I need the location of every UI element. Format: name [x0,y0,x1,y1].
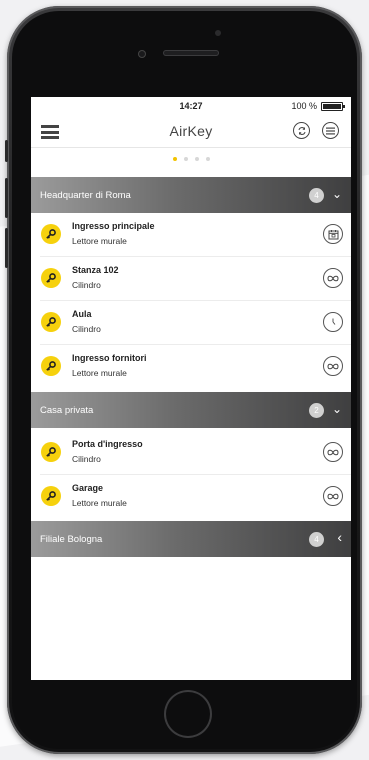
list-item[interactable]: Garage Lettore murale [31,475,351,519]
phone-proximity-sensor [215,30,221,36]
key-icon [41,486,61,506]
section-name: Headquarter di Roma [40,190,131,201]
lock-title: Ingresso principale [72,221,155,231]
lock-title: Stanza 102 [72,265,119,275]
lock-title: Porta d'ingresso [72,439,143,449]
phone-speaker [163,50,219,56]
key-icon [41,312,61,332]
phone-volume-down [5,228,8,268]
nav-divider [31,147,351,148]
infinity-icon [323,442,343,462]
lock-type: Lettore murale [72,368,127,378]
section-header-filiale-bologna[interactable]: Filiale Bologna 4 ‹ [31,521,351,557]
nav-bar: AirKey [31,115,351,147]
list-item[interactable]: Aula Cilindro [31,301,351,345]
key-icon [41,356,61,376]
sync-icon [298,126,305,135]
section-count-badge: 2 [309,403,324,418]
status-bar: 14:27 100 % [31,97,351,115]
list-item[interactable]: Ingresso fornitori Lettore murale [31,345,351,389]
lock-type: Lettore murale [72,498,127,508]
phone-home-button[interactable] [164,690,212,738]
list-item[interactable]: Stanza 102 Cilindro [31,257,351,301]
key-icon [41,268,61,288]
lock-title: Aula [72,309,92,319]
battery-icon [321,101,345,111]
clock-icon [323,312,343,332]
page-dot[interactable] [205,157,210,161]
phone-front-camera [138,50,146,58]
lock-type: Cilindro [72,280,101,290]
section-header-casa-privata[interactable]: Casa privata 2 ⌄ [31,392,351,428]
lock-title: Garage [72,483,104,493]
section-header-headquarter-roma[interactable]: Headquarter di Roma 4 ⌄ [31,177,351,213]
list-button[interactable] [322,122,339,139]
sync-button[interactable] [293,122,310,139]
section-count-badge: 4 [309,532,324,547]
section-name: Casa privata [40,405,94,416]
infinity-icon [323,486,343,506]
list-item[interactable]: Porta d'ingresso Cilindro [31,431,351,475]
app-screen: 14:27 100 % AirKey Headquarter di Roma 4… [31,97,351,680]
page-dot[interactable] [172,157,177,161]
section-count-badge: 4 [309,188,324,203]
lock-type: Cilindro [72,324,101,334]
battery-level: 100 % [291,101,317,111]
key-icon [41,442,61,462]
list-item[interactable]: Ingresso principale Lettore murale [31,213,351,257]
section-name: Filiale Bologna [40,534,103,545]
page-dot[interactable] [194,157,199,161]
calendar-icon [323,224,343,244]
page-dot[interactable] [183,157,188,161]
chevron-down-icon: ⌄ [331,402,342,416]
phone-side-button [5,140,8,162]
page-indicator [31,157,351,161]
chevron-left-icon: ‹ [337,529,342,545]
infinity-icon [323,268,343,288]
lock-type: Lettore murale [72,236,127,246]
phone-volume-up [5,178,8,218]
lock-title: Ingresso fornitori [72,353,147,363]
lock-type: Cilindro [72,454,101,464]
status-battery: 100 % [291,101,345,111]
infinity-icon [323,356,343,376]
chevron-down-icon: ⌄ [331,187,342,201]
key-icon [41,224,61,244]
list-icon [326,127,335,134]
